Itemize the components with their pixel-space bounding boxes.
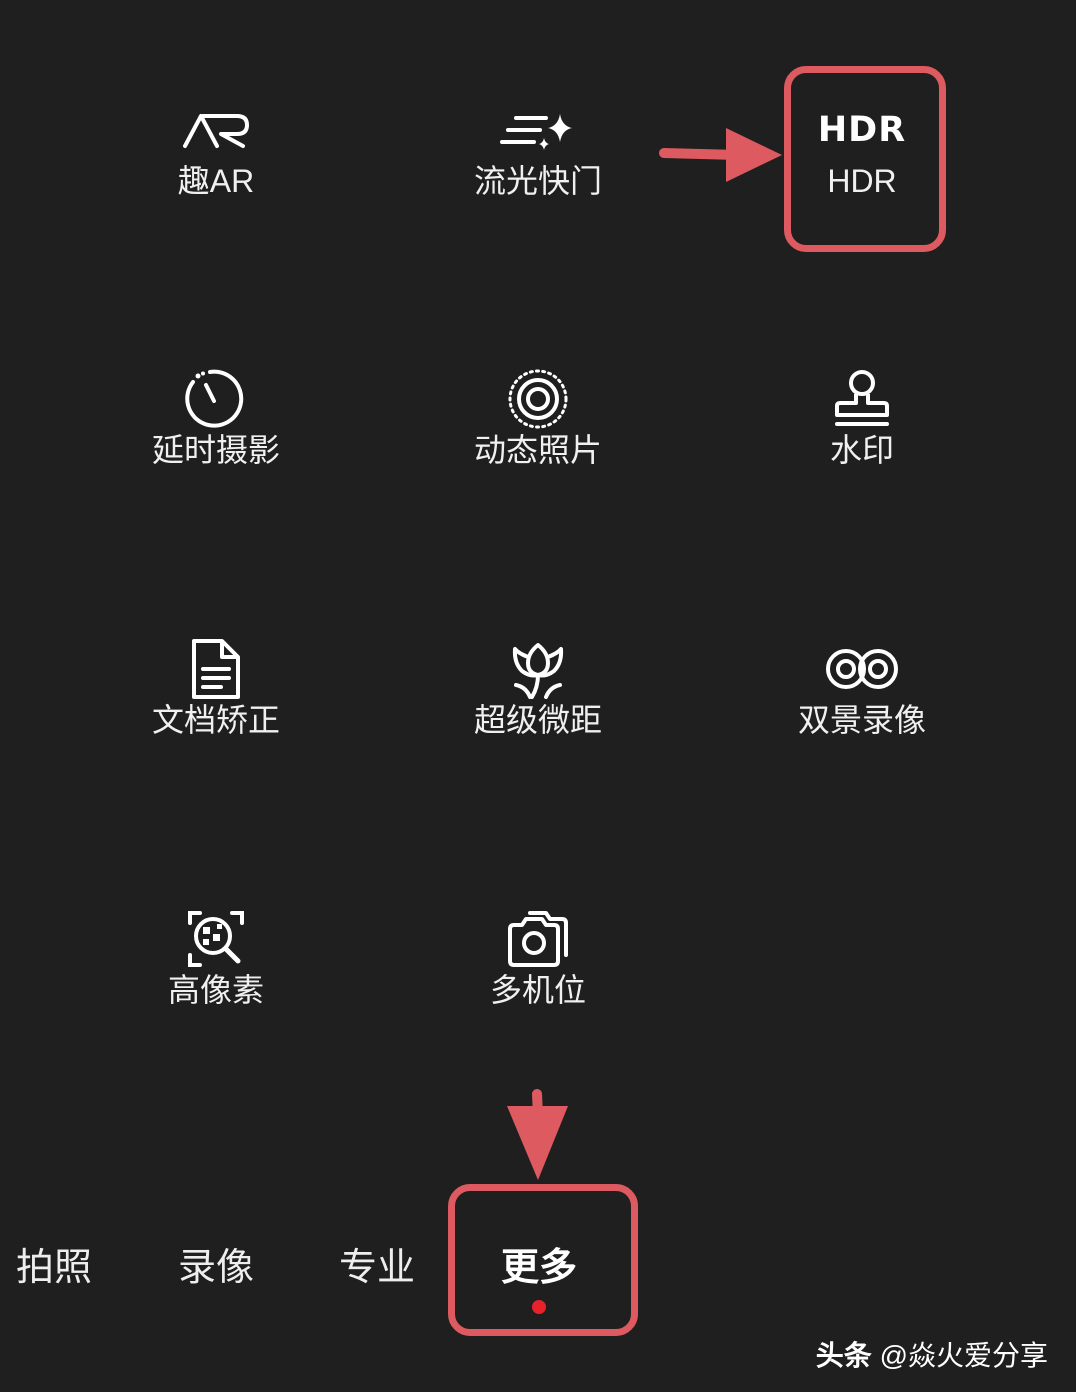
mode-time-lapse[interactable]: 延时摄影: [86, 364, 346, 504]
watermark-handle: @焱火爱分享: [879, 1340, 1048, 1371]
timer-icon: [171, 364, 261, 434]
mode-label-multi-cam: 多机位: [489, 972, 586, 1008]
arrow-down-icon: [507, 1089, 568, 1180]
tab-photo[interactable]: 拍照: [16, 1236, 92, 1291]
mode-ar[interactable]: 趣AR: [86, 95, 346, 235]
mode-label-light-painting: 流光快门: [473, 163, 602, 199]
mode-label-high-res: 高像素: [167, 972, 264, 1008]
dual-view-icon: [817, 634, 907, 704]
mode-document[interactable]: 文档矫正: [86, 634, 346, 774]
mode-label-moving-picture: 动态照片: [473, 432, 602, 468]
ar-icon: [171, 95, 261, 165]
stamp-icon: [817, 364, 907, 434]
mode-watermark[interactable]: 水印: [732, 364, 992, 504]
hdr-highlight-box: [784, 66, 946, 252]
flower-icon: [493, 634, 583, 704]
high-res-icon: [171, 904, 261, 974]
mode-label-document: 文档矫正: [151, 702, 280, 738]
tab-pro[interactable]: 专业: [339, 1236, 415, 1291]
mode-moving-picture[interactable]: 动态照片: [408, 364, 668, 504]
mode-label-watermark: 水印: [829, 432, 894, 468]
mode-dual-view[interactable]: 双景录像: [732, 634, 992, 774]
watermark: 头条 @焱火爱分享: [816, 1334, 1048, 1374]
mode-label-macro: 超级微距: [473, 702, 602, 738]
document-icon: [171, 634, 261, 704]
mode-label-ar: 趣AR: [177, 163, 255, 199]
more-tab-highlight-box: [448, 1184, 638, 1336]
mode-high-res[interactable]: 高像素: [86, 904, 346, 1044]
light-painting-icon: [493, 95, 583, 165]
mode-label-time-lapse: 延时摄影: [151, 432, 280, 468]
tab-video[interactable]: 录像: [178, 1236, 254, 1291]
mode-label-dual-view: 双景录像: [797, 702, 926, 738]
multi-camera-icon: [493, 904, 583, 974]
mode-multi-cam[interactable]: 多机位: [408, 904, 668, 1044]
watermark-brand: 头条: [815, 1340, 872, 1371]
mode-light-painting[interactable]: 流光快门: [408, 95, 668, 235]
live-photo-icon: [493, 364, 583, 434]
mode-macro[interactable]: 超级微距: [408, 634, 668, 774]
